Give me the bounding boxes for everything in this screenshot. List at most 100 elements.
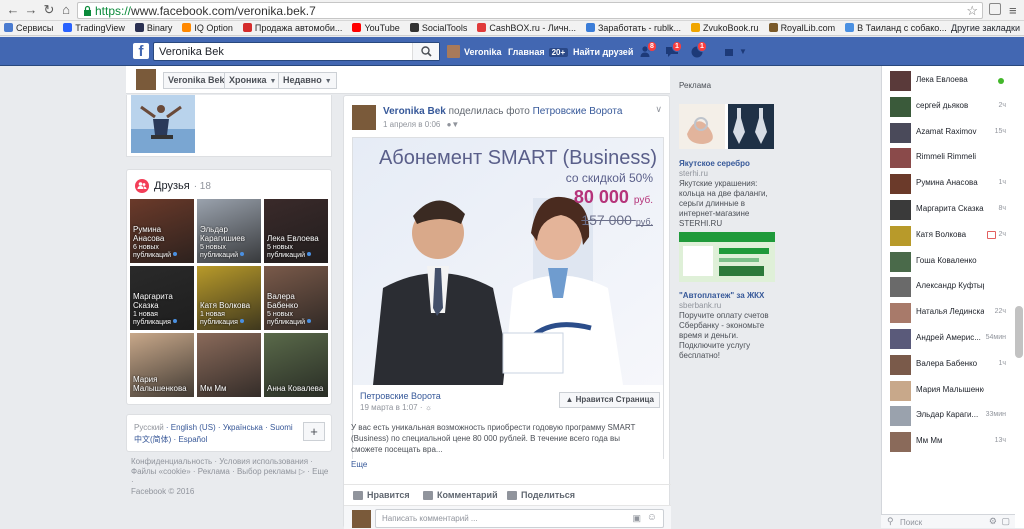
ad2-site[interactable]: sberbank.ru xyxy=(679,301,721,310)
bookmark-item[interactable]: RoyalLib.com xyxy=(765,21,835,35)
friend-tile[interactable]: Румина Анасова 6 новых публикаций xyxy=(130,199,194,263)
contact-name: Гоша Коваленко xyxy=(916,255,977,265)
account-menu-chevron-icon[interactable]: ▼ xyxy=(739,47,753,60)
last-active-time: 1ч xyxy=(998,359,1006,367)
ad1-image[interactable] xyxy=(679,104,774,149)
emoji-icon[interactable]: ☺ xyxy=(647,512,657,523)
friend-tile[interactable]: Мм Мм xyxy=(197,333,261,397)
chat-contact[interactable]: Андрей Америс... 54мин xyxy=(882,326,1008,350)
shared-page-link[interactable]: Петровские Ворота xyxy=(360,391,441,401)
recent-dropdown[interactable]: Недавно ▼ xyxy=(278,72,337,89)
address-bar[interactable]: https://www.facebook.com/veronika.bek.7 … xyxy=(77,2,983,19)
chat-settings-icon[interactable]: ⚙ xyxy=(989,516,997,527)
language-link[interactable]: 中文(简体) xyxy=(134,435,171,444)
photo-thumbnail[interactable] xyxy=(131,95,195,153)
bookmark-star-icon[interactable]: ☆ xyxy=(966,3,978,19)
friend-tile[interactable]: Анна Ковалева xyxy=(264,333,328,397)
privacy-shortcuts-icon[interactable] xyxy=(723,45,737,58)
bookmark-item[interactable]: Заработать - rublk... xyxy=(582,21,681,35)
bookmark-item[interactable]: Продажа автомоби... xyxy=(239,21,342,35)
notifications-icon[interactable]: 1 xyxy=(690,41,707,58)
avatar[interactable] xyxy=(352,105,376,130)
bookmark-item[interactable]: YouTube xyxy=(348,21,400,35)
back-icon[interactable]: ← xyxy=(6,3,20,17)
friend-tile[interactable]: Маргарита Сказка 1 новая публикация xyxy=(130,266,194,330)
home-link[interactable]: Главная 20+ xyxy=(508,47,569,57)
timeline-dropdown[interactable]: Хроника ▼ xyxy=(224,72,281,89)
friend-tile[interactable]: Катя Волкова 1 новая публикация xyxy=(197,266,261,330)
post-page-link[interactable]: Петровские Ворота xyxy=(533,106,623,117)
language-link[interactable]: Español xyxy=(178,435,207,444)
language-link[interactable]: Українська xyxy=(223,423,263,432)
audience-icon[interactable]: ●▼ xyxy=(447,120,460,129)
chat-contact[interactable]: Валера Бабенко 1ч xyxy=(882,352,1008,376)
scrollbar-thumb[interactable] xyxy=(1015,306,1023,358)
language-link[interactable]: English (US) xyxy=(171,423,216,432)
add-language-button[interactable]: + xyxy=(303,422,325,441)
chat-contact[interactable]: Лека Евлоева xyxy=(882,68,1008,92)
search-button[interactable] xyxy=(412,43,439,60)
see-more-link[interactable]: Еще xyxy=(351,460,367,469)
facebook-logo[interactable]: f xyxy=(133,43,149,60)
bookmark-item[interactable]: CashBOX.ru - Личн... xyxy=(473,21,576,35)
messages-icon[interactable]: 1 xyxy=(665,41,682,58)
post-date[interactable]: 1 апреля в 0:06 xyxy=(383,120,440,129)
bookmark-item[interactable]: IQ Option xyxy=(178,21,233,35)
language-link[interactable]: Suomi xyxy=(270,423,293,432)
post-author-link[interactable]: Veronika Bek xyxy=(383,106,446,117)
chat-contact[interactable]: Наталья Лединская 22ч xyxy=(882,300,1008,324)
ad-text-block: Абонемент SMART (Business) со скидкой 50… xyxy=(353,146,657,230)
chat-expand-icon[interactable]: ▢ xyxy=(1001,516,1010,527)
like-button[interactable]: Нравится xyxy=(353,490,410,500)
bookmark-item[interactable]: Сервисы xyxy=(0,21,53,35)
friend-tile[interactable]: Эльдар Карагишиев 5 новых публикаций xyxy=(197,199,261,263)
browser-menu-icon[interactable]: ≡ xyxy=(1009,3,1017,18)
bookmark-item[interactable]: В Таиланд с собако... xyxy=(841,21,947,35)
chat-contact[interactable]: Гоша Коваленко xyxy=(882,249,1008,273)
ad1-text[interactable]: Якутские украшения: кольца на две фаланг… xyxy=(679,179,779,229)
find-friends-link[interactable]: Найти друзей xyxy=(573,47,633,57)
comment-input[interactable]: Написать комментарий ... ▣ ☺ xyxy=(375,509,664,528)
ad1-site[interactable]: sterhi.ru xyxy=(679,169,708,178)
profile-name-button[interactable]: Veronika Bek xyxy=(163,72,229,89)
chat-contact[interactable]: Маргарита Сказка 8ч xyxy=(882,197,1008,221)
bookmark-item[interactable]: TradingView xyxy=(59,21,125,35)
extension-icon[interactable] xyxy=(989,3,1001,15)
bookmark-item[interactable]: ZvukoBook.ru xyxy=(687,21,759,35)
chat-contact[interactable]: Эльдар Караги... 33мин xyxy=(882,403,1008,427)
footer-line[interactable]: Конфиденциальность · Условия использован… xyxy=(131,457,331,467)
friend-tile[interactable]: Лека Евлоева 5 новых публикаций xyxy=(264,199,328,263)
comment-button[interactable]: Комментарий xyxy=(423,490,498,500)
shared-image[interactable]: Абонемент SMART (Business) со скидкой 50… xyxy=(353,138,663,385)
profile-link[interactable]: Veronika xyxy=(447,44,502,59)
chat-search-input[interactable]: ⚲ Поиск ⚙ ▢ xyxy=(881,514,1015,528)
chat-contact[interactable]: сергей дьяков 2ч xyxy=(882,94,1008,118)
friend-requests-icon[interactable]: 8 xyxy=(640,41,657,58)
like-page-button[interactable]: ▲ Нравится Страница xyxy=(559,392,660,408)
camera-icon[interactable]: ▣ xyxy=(632,513,641,524)
share-button[interactable]: Поделиться xyxy=(507,490,575,500)
ad2-image[interactable] xyxy=(679,232,775,282)
search-input[interactable]: Veronika Bek xyxy=(153,42,440,61)
chat-contact[interactable]: Александр Куфтырев xyxy=(882,274,1008,298)
forward-icon[interactable]: → xyxy=(24,3,38,17)
post-options-chevron-icon[interactable]: ∨ xyxy=(655,104,662,115)
ad1-title[interactable]: Якутское серебро xyxy=(679,159,750,168)
other-bookmarks[interactable]: Другие закладки xyxy=(947,21,1020,35)
friends-header[interactable]: Друзья · 18 xyxy=(135,179,211,193)
reload-icon[interactable]: ↻ xyxy=(42,3,56,17)
footer-line[interactable]: Файлы «cookie» · Реклама · Выбор рекламы… xyxy=(131,467,331,487)
chat-contact[interactable]: Rimmeli Rimmeli xyxy=(882,145,1008,169)
chat-contact[interactable]: Мария Малышенкова xyxy=(882,378,1008,402)
friend-tile[interactable]: Мария Малышенкова xyxy=(130,333,194,397)
chat-contact[interactable]: Мм Мм 13ч xyxy=(882,429,1008,453)
chat-contact[interactable]: Румина Анасова 1ч xyxy=(882,171,1008,195)
ad2-text[interactable]: Поручите оплату счетов Сбербанку - эконо… xyxy=(679,311,779,361)
chat-contact[interactable]: Катя Волкова 2ч xyxy=(882,223,1008,247)
bookmark-item[interactable]: Binary xyxy=(131,21,172,35)
home-icon[interactable]: ⌂ xyxy=(59,3,73,17)
friend-tile[interactable]: Валера Бабенко 5 новых публикаций xyxy=(264,266,328,330)
chat-contact[interactable]: Azamat Raximov 15ч xyxy=(882,120,1008,144)
ad2-title[interactable]: "Автоплатеж" за ЖКХ xyxy=(679,291,764,300)
bookmark-item[interactable]: SocialTools xyxy=(406,21,467,35)
